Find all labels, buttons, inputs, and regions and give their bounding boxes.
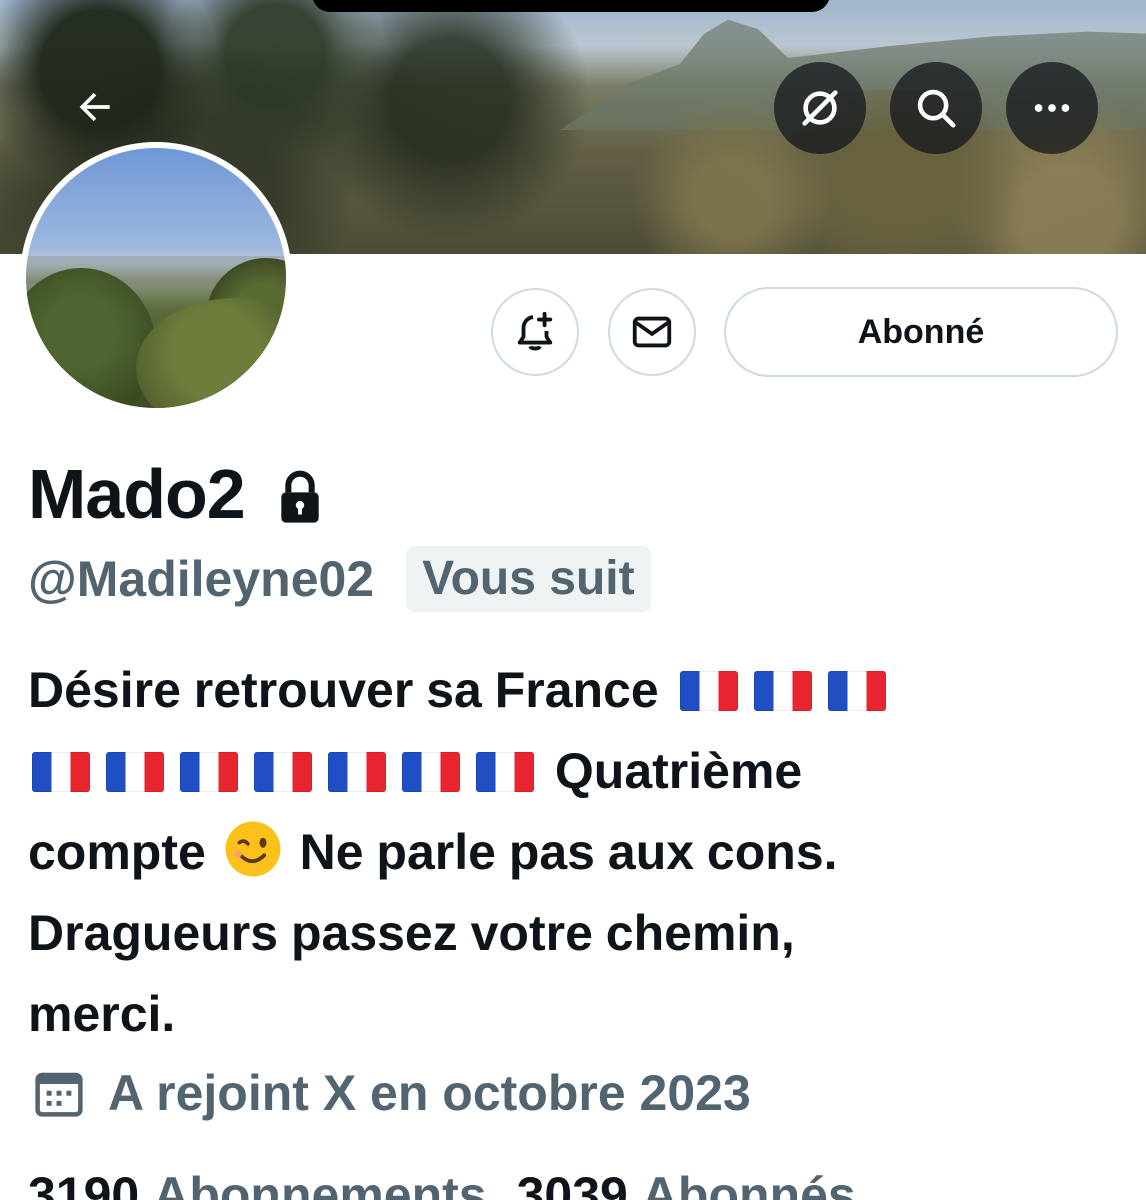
bell-plus-icon xyxy=(517,311,553,351)
french-flag-emoji xyxy=(402,752,460,792)
french-flag-emoji xyxy=(679,671,738,711)
name-row: Mado2 xyxy=(28,452,325,536)
french-flag-emoji xyxy=(32,752,90,792)
joined-text: A rejoint X en octobre 2023 xyxy=(108,1065,751,1121)
followers-label: Abonnés xyxy=(641,1167,856,1200)
bio-line-5: merci. xyxy=(28,986,176,1042)
lock-icon xyxy=(281,470,319,523)
follows-you-badge: Vous suit xyxy=(406,546,651,612)
french-flag-emoji xyxy=(106,752,164,792)
display-name: Mado2 xyxy=(28,455,246,533)
user-handle: @Madileyne02 xyxy=(28,551,375,607)
profile-bio: Désire retrouver sa France Quatrième com… xyxy=(28,650,1128,1055)
avatar[interactable] xyxy=(20,142,292,414)
search-icon xyxy=(917,89,956,128)
french-flag-emoji xyxy=(180,752,238,792)
french-flag-emoji xyxy=(476,752,534,792)
message-button[interactable] xyxy=(608,288,696,376)
following-label: Abonnements xyxy=(153,1167,487,1200)
calendar-icon xyxy=(35,1072,83,1117)
grok-icon xyxy=(802,90,838,126)
bio-line-1: Désire retrouver sa France xyxy=(28,650,1128,731)
french-flag-emoji xyxy=(254,752,312,792)
french-flag-emoji xyxy=(328,752,386,792)
winking-face-emoji xyxy=(225,821,281,877)
following-button[interactable]: Abonné xyxy=(724,287,1118,377)
more-button[interactable] xyxy=(1006,62,1098,154)
follow-stats: 3190 Abonnements 3039 Abonnés xyxy=(28,1160,856,1200)
notifications-button[interactable] xyxy=(491,288,579,376)
envelope-icon xyxy=(632,316,672,348)
joined-date: A rejoint X en octobre 2023 xyxy=(32,1058,751,1128)
french-flag-emoji xyxy=(827,671,886,711)
following-count: 3190 xyxy=(28,1167,140,1200)
handle-row: @Madileyne02 Vous suit xyxy=(28,546,651,612)
followers-link[interactable]: 3039 Abonnés xyxy=(517,1167,856,1200)
profile-page: Abonné Mado2 @Madileyne02 Vous suit Dési… xyxy=(0,0,1146,1200)
device-notch xyxy=(312,0,830,12)
grok-button[interactable] xyxy=(774,62,866,154)
back-button[interactable] xyxy=(54,66,136,148)
french-flag-emoji xyxy=(753,671,812,711)
bio-line-2: Quatrième xyxy=(24,731,1128,812)
more-icon xyxy=(1034,104,1070,112)
bio-line-3: compte Ne parle pas aux cons. xyxy=(28,812,1128,893)
search-button[interactable] xyxy=(890,62,982,154)
following-link[interactable]: 3190 Abonnements xyxy=(28,1167,487,1200)
bio-line-4: Dragueurs passez votre chemin, xyxy=(28,905,795,961)
avatar-image xyxy=(26,148,286,408)
arrow-left-icon xyxy=(79,92,110,122)
followers-count: 3039 xyxy=(516,1167,628,1200)
